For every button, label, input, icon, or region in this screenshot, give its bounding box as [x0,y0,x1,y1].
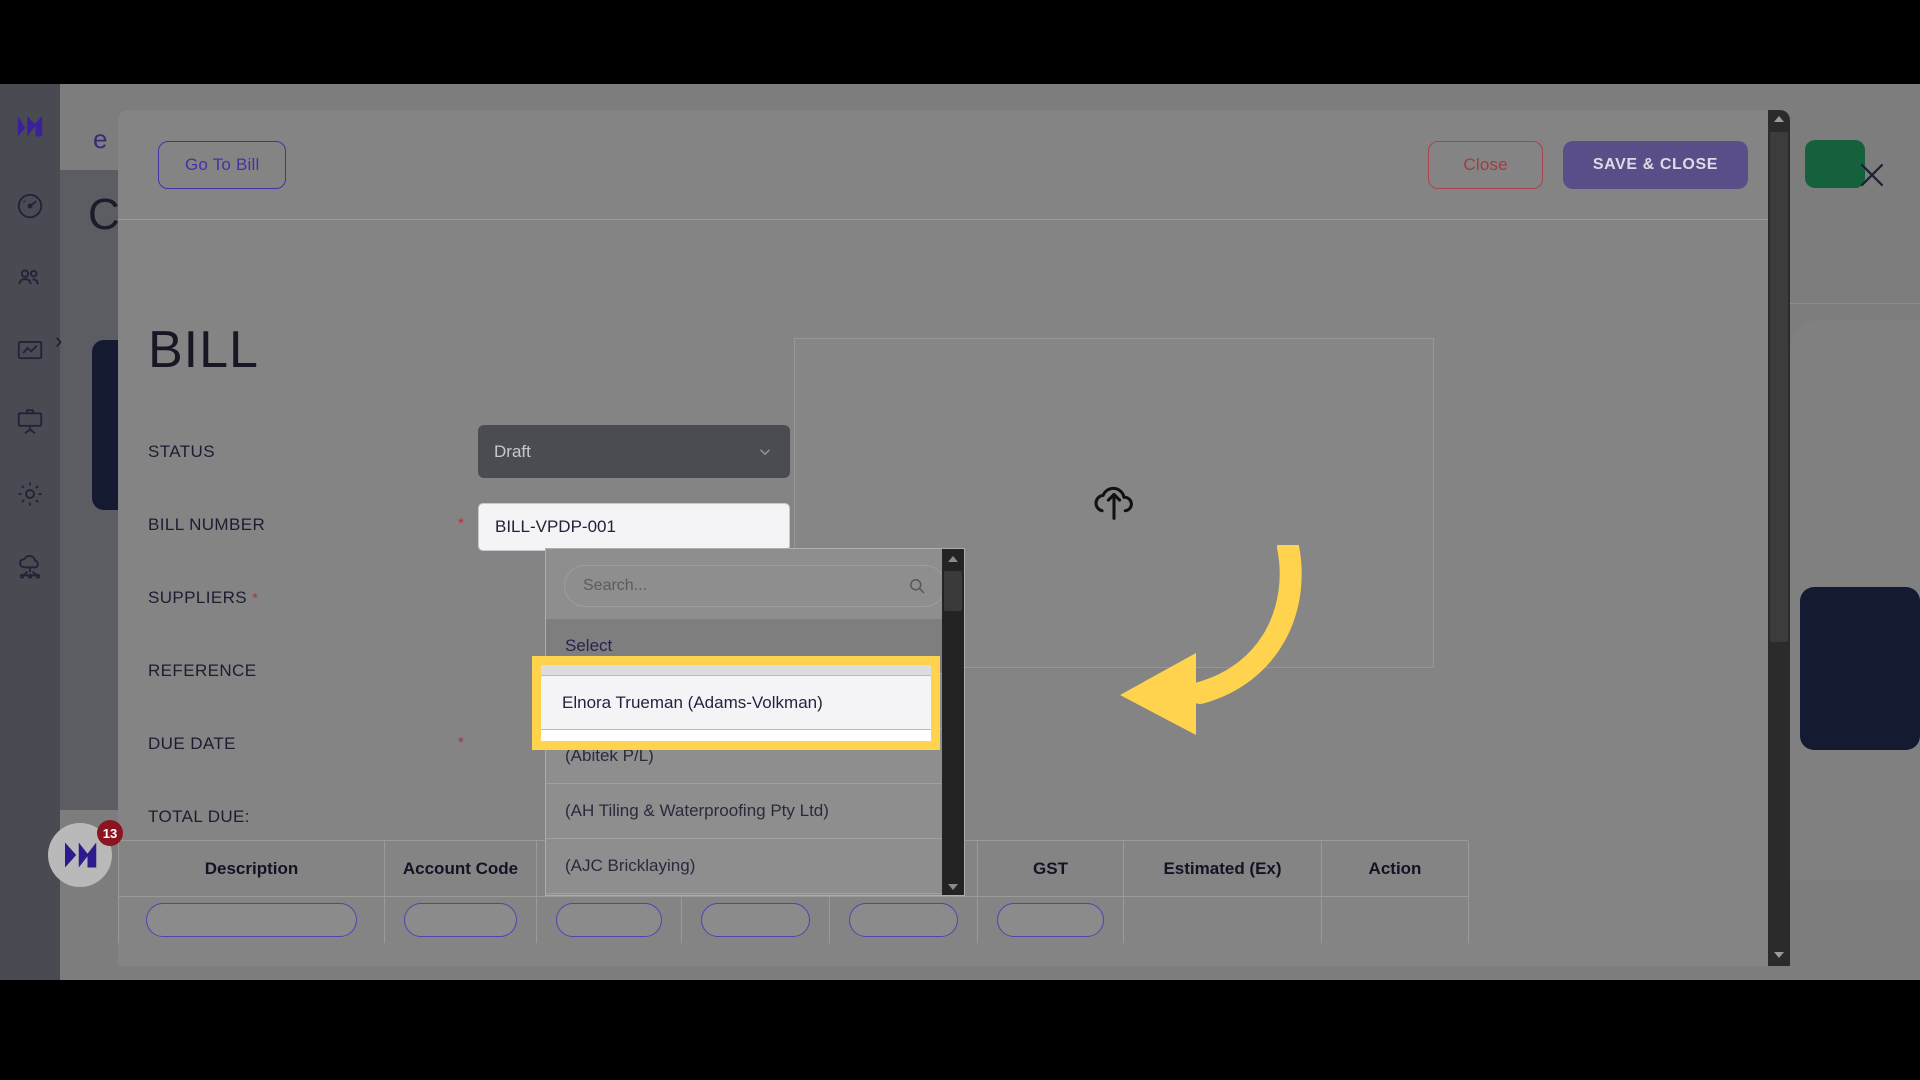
logo-m-icon[interactable] [14,110,46,142]
status-select-value: Draft [494,441,531,461]
sidebar-item-reports[interactable] [14,334,46,366]
required-marker-bill-number: * [458,515,464,532]
dropdown-scrollbar-thumb[interactable] [944,571,962,611]
modal-header-actions: Close SAVE & CLOSE [1428,140,1762,189]
column-header-gst: GST [978,841,1124,897]
letterbox-top [0,0,1920,84]
supplier-search-placeholder: Search... [583,577,648,594]
column-header-description: Description [119,841,385,897]
supplier-dropdown-scrollbar[interactable] [942,549,964,895]
cell-qty[interactable] [537,897,682,943]
cell-action[interactable] [1322,897,1469,943]
modal-header: Go To Bill Close SAVE & CLOSE [118,110,1790,220]
notification-badge[interactable]: 13 [97,820,123,846]
highlight-strip-bottom [541,730,931,741]
chevron-down-icon [756,443,774,461]
save-and-close-button[interactable]: SAVE & CLOSE [1562,140,1748,189]
dropdown-scroll-up-arrow-icon[interactable] [942,549,964,569]
scroll-down-arrow-icon[interactable] [1768,946,1790,964]
go-to-bill-button[interactable]: Go To Bill [158,140,287,189]
supplier-option-ah-tiling[interactable]: (AH Tiling & Waterproofing Pty Ltd) [546,784,964,839]
close-icon[interactable] [1855,158,1889,192]
background-divider [1790,303,1920,304]
field-label-status: STATUS [148,442,215,461]
scroll-up-arrow-icon[interactable] [1768,110,1790,128]
sidebar-item-settings[interactable] [14,478,46,510]
screen-root: › e C 13 Go To Bill Close SAVE & CLOSE B… [0,0,1920,1080]
background-card-right [1800,587,1920,750]
column-header-account-code: Account Code [385,841,537,897]
field-label-suppliers: SUPPLIERS * [148,588,258,608]
sidebar-item-contacts[interactable] [14,262,46,294]
bill-number-input[interactable]: BILL-VPDP-001 [478,503,790,551]
unit-cost-input[interactable] [848,903,959,937]
cell-estimated [1124,897,1322,943]
background-page-heading: C [88,190,120,239]
sidebar-item-dashboard[interactable] [14,190,46,222]
required-marker-due-date: * [458,734,464,751]
qty-input[interactable] [555,903,663,937]
sidebar-item-integrations[interactable] [14,550,46,582]
close-button[interactable]: Close [1428,140,1543,189]
background-text-e: e [93,124,108,154]
sidebar-item-presentations[interactable] [14,406,46,438]
highlighted-supplier-option[interactable]: Elnora Trueman (Adams-Volkman) [541,676,931,729]
uom-input[interactable] [700,903,811,937]
highlight-strip-top [541,665,931,675]
modal-scrollbar[interactable] [1768,110,1790,966]
required-marker-suppliers: * [252,590,259,607]
status-select[interactable]: Draft [478,425,790,478]
supplier-search-wrap: Search... [546,549,964,619]
search-icon[interactable] [907,576,927,596]
cell-account-code[interactable] [385,897,537,943]
field-label-total-due: TOTAL DUE: [148,807,250,826]
column-header-action: Action [1322,841,1469,897]
supplier-option-ajc[interactable]: (AJC Bricklaying) [546,839,964,894]
modal-scrollbar-thumb[interactable] [1770,132,1788,642]
field-label-reference: REFERENCE [148,661,257,680]
page-title: BILL [148,321,259,379]
cloud-upload-icon [1088,475,1140,532]
field-label-due-date: DUE DATE [148,734,236,753]
supplier-option-abc[interactable]: (ABC Drilling/Digging) [546,894,964,895]
description-input[interactable] [146,903,357,937]
cell-uom[interactable] [682,897,830,943]
letterbox-bottom [0,980,1920,1080]
field-label-bill-number: BILL NUMBER [148,515,266,534]
gst-input[interactable] [996,903,1105,937]
column-header-estimated: Estimated (Ex) [1124,841,1322,897]
line-items-row [119,897,1469,943]
account-code-input[interactable] [404,903,517,937]
cell-gst[interactable] [978,897,1124,943]
expand-nav-chevron-icon[interactable]: › [55,328,62,354]
field-label-suppliers-text: SUPPLIERS [148,588,248,607]
supplier-search-input[interactable]: Search... [564,565,946,607]
sidebar [0,0,60,1080]
cell-description[interactable] [119,897,385,943]
dropdown-scroll-down-arrow-icon[interactable] [942,877,964,895]
cell-unit-cost[interactable] [830,897,978,943]
highlight-callout: Elnora Trueman (Adams-Volkman) [532,656,940,750]
